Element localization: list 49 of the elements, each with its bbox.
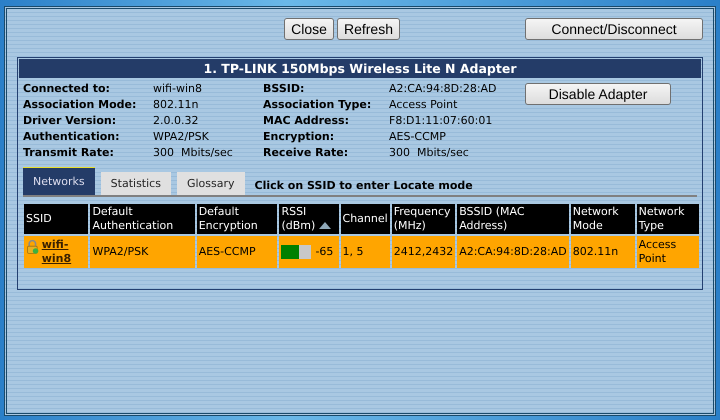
field-value: A2:CA:94:8D:28:AD (389, 82, 498, 95)
field-value: 300 Mbits/sec (153, 146, 234, 159)
column-header[interactable]: Frequency (MHz) (392, 204, 456, 234)
field-value: 2.0.0.32 (153, 114, 200, 127)
signal-meter (281, 245, 312, 259)
field-value: 802.11n (153, 98, 200, 111)
toolbar-button[interactable]: Close (284, 18, 334, 40)
field-value: 300 Mbits/sec (389, 146, 470, 159)
field-label: BSSID: (263, 82, 306, 95)
field-value: AES-CCMP (389, 130, 447, 143)
field-label: Driver Version: (23, 114, 118, 127)
adapter-title: 1. TP-LINK 150Mbps Wireless Lite N Adapter (19, 59, 701, 78)
rssi-reading: -65 (315, 245, 334, 259)
column-header[interactable]: RSSI (dBm) (279, 204, 339, 234)
table-cell: WPA2/PSK (90, 236, 195, 268)
table-cell: Access Point (636, 236, 699, 268)
tab[interactable]: Glossary (176, 172, 245, 195)
tab[interactable]: Statistics (100, 172, 171, 195)
column-header[interactable]: Channel (340, 204, 390, 234)
field-label: Association Mode: (23, 98, 138, 111)
column-header[interactable]: SSID (24, 204, 88, 234)
table-cell: A2:CA:94:8D:28:AD (457, 236, 569, 268)
connect-button[interactable]: Connect/Disconnect (525, 18, 703, 40)
table-cell: 802.11n (570, 236, 635, 268)
field-label: MAC Address: (263, 114, 350, 127)
field-label: Encryption: (263, 130, 336, 143)
field-value: Access Point (389, 98, 458, 111)
field-label: Connected to: (23, 82, 111, 95)
field-value: WPA2/PSK (153, 130, 210, 143)
table-cell: AES-CCMP (196, 236, 278, 268)
tab[interactable]: Networks (23, 167, 95, 195)
column-header[interactable]: Network Type (636, 204, 699, 234)
field-label: Association Type: (263, 98, 372, 111)
disable-adapter-button[interactable]: Disable Adapter (525, 83, 671, 105)
field-label: Receive Rate: (263, 146, 350, 159)
table-cell: 2412,2432 (392, 236, 456, 268)
field-value: wifi-win8 (153, 82, 203, 95)
column-header[interactable]: Default Encryption (196, 204, 278, 234)
field-label: Authentication: (23, 130, 121, 143)
column-header[interactable]: Network Mode (570, 204, 635, 234)
toolbar-button[interactable]: Refresh (336, 18, 400, 40)
field-value: F8:D1:11:07:60:01 (389, 114, 494, 127)
lock-icon (26, 238, 39, 256)
table-cell: 1, 5 (340, 236, 390, 268)
hint-text: Click on SSID to enter Locate mode (254, 179, 473, 194)
column-header[interactable]: BSSID (MAC Address) (457, 204, 569, 234)
field-label: Transmit Rate: (23, 146, 115, 159)
column-header[interactable]: Default Authentication (90, 204, 195, 234)
ssid-link[interactable]: wifi-win8 (42, 238, 86, 266)
